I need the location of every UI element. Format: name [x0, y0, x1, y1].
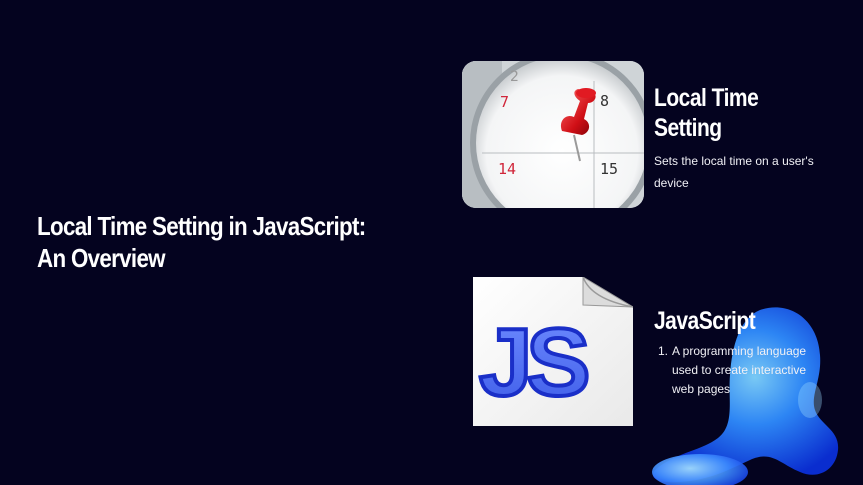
calendar-icon: 7 8 14 15 2 — [462, 61, 644, 208]
card-description: Sets the local time on a user's device — [654, 154, 814, 190]
svg-text:8: 8 — [600, 92, 609, 110]
svg-text:14: 14 — [498, 160, 516, 178]
svg-text:7: 7 — [500, 93, 509, 111]
svg-text:2: 2 — [510, 69, 519, 85]
slide-title: Local Time Setting in JavaScript: An Ove… — [37, 211, 366, 273]
list-item-text: A programming language used to create in… — [672, 344, 807, 396]
card-title: JavaScript — [654, 307, 756, 335]
svg-text:15: 15 — [600, 160, 618, 178]
calendar-pushpin-image: 7 8 14 15 2 — [462, 61, 644, 208]
svg-text:JS: JS — [479, 309, 587, 416]
card-list: 1. A programming language used to create… — [654, 342, 844, 399]
js-file-icon: JS — [473, 277, 633, 426]
list-item-number: 1. — [658, 344, 669, 358]
card-javascript: JavaScript 1. A programming language use… — [654, 306, 844, 399]
card-local-time-setting: Local Time Setting Sets the local time o… — [654, 83, 844, 194]
list-item: 1. A programming language used to create… — [654, 342, 822, 399]
presentation-slide: Local Time Setting in JavaScript: An Ove… — [0, 0, 863, 485]
card-title: Local Time Setting — [654, 84, 759, 142]
javascript-file-image: JS — [473, 277, 633, 426]
